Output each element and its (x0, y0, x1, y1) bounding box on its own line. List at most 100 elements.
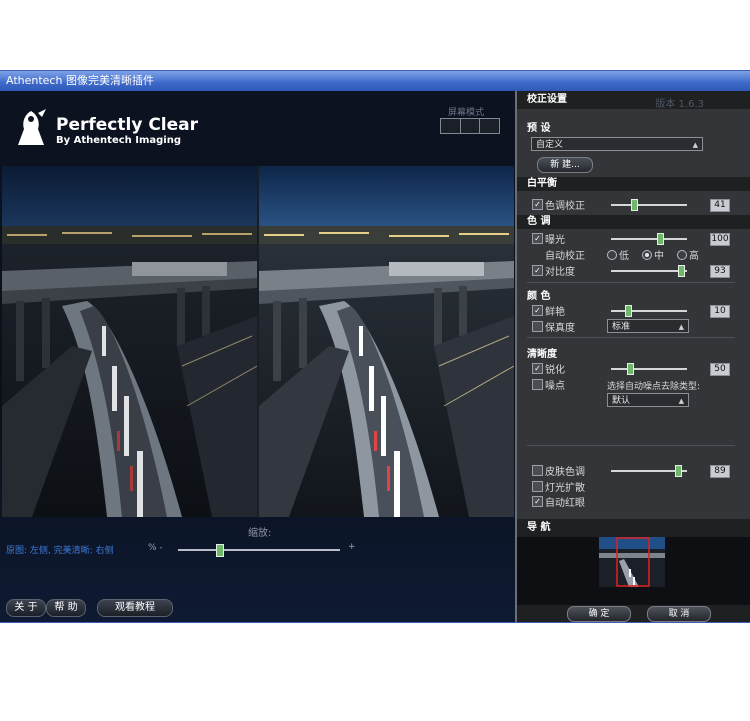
divider (527, 337, 735, 338)
compare-caption: 原图: 左侧, 完美清晰: 右侧 (6, 546, 114, 556)
vibrance-label: 鲜艳 (545, 307, 565, 318)
sharpen-value[interactable]: 50 (710, 363, 730, 376)
auto-correct-high-label: 高 (689, 251, 699, 262)
exposure-value[interactable]: 100 (710, 233, 730, 246)
noise-type-select[interactable]: 默认 ▲ (607, 393, 689, 407)
contrast-label: 对比度 (545, 267, 575, 278)
settings-panel: 校正设置 版本 1.6.3 预 设 自定义 ▲ 新 建... 白平衡 ✓ 色调校… (515, 91, 750, 622)
color-title: 颜 色 (527, 291, 551, 302)
sharpen-slider-thumb[interactable] (627, 363, 634, 375)
help-button[interactable]: 帮 助 (46, 599, 86, 617)
skin-tone-value[interactable]: 89 (710, 465, 730, 478)
exposure-slider-track[interactable] (611, 238, 687, 240)
logo-subtitle: By Athentech Imaging (56, 135, 182, 146)
light-diffusion-checkbox[interactable] (532, 481, 543, 492)
contrast-value[interactable]: 93 (710, 265, 730, 278)
zoom-slider-thumb[interactable] (215, 544, 224, 557)
navigation-title: 导 航 (527, 522, 551, 533)
footer-bar: 确 定 取 消 (517, 605, 750, 622)
version-label: 版本 1.6.3 (655, 99, 704, 110)
noise-checkbox[interactable] (532, 379, 543, 390)
tint-slider-thumb[interactable] (630, 199, 638, 211)
divider (527, 282, 735, 283)
auto-correct-low-label: 低 (619, 251, 629, 262)
logo-area: Perfectly Clear By Athentech Imaging 屏幕模… (0, 91, 515, 166)
zoom-plus-label: + (348, 542, 356, 552)
fidelity-select-value: 标准 (612, 322, 631, 332)
preset-select[interactable]: 自定义 ▲ (531, 137, 703, 151)
corrected-image[interactable] (259, 166, 514, 517)
view-mode-side-button[interactable] (480, 119, 499, 133)
red-eye-checkbox[interactable]: ✓ (532, 496, 543, 507)
white-balance-header: 白平衡 (517, 177, 750, 191)
view-mode-label: 屏幕模式 (448, 108, 485, 118)
sharpness-title: 清晰度 (527, 349, 557, 360)
view-mode-buttons (440, 118, 500, 134)
window-title: Athentech 图像完美清晰插件 (6, 74, 154, 87)
navigator-thumbnail[interactable] (599, 537, 665, 587)
auto-correct-label: 自动校正 (545, 251, 585, 262)
contrast-slider-track[interactable] (611, 270, 687, 272)
zoom-minus-label: % - (148, 543, 163, 553)
cancel-button[interactable]: 取 消 (647, 606, 711, 622)
preview-area: Perfectly Clear By Athentech Imaging 屏幕模… (0, 91, 515, 622)
zoom-slider-track[interactable] (178, 549, 340, 551)
noise-label: 噪点 (545, 381, 565, 392)
tint-slider-track[interactable] (611, 204, 687, 206)
vibrance-slider-thumb[interactable] (624, 305, 632, 317)
exposure-label: 曝光 (545, 235, 565, 246)
title-bar: Athentech 图像完美清晰插件 (0, 71, 750, 91)
about-button[interactable]: 关 于 (6, 599, 46, 617)
sharpen-label: 锐化 (545, 365, 565, 376)
tone-header: 色 调 (517, 215, 750, 229)
white-balance-title: 白平衡 (527, 178, 557, 189)
skin-tone-checkbox[interactable] (532, 465, 543, 476)
tint-checkbox[interactable]: ✓ (532, 199, 543, 210)
tone-title: 色 调 (527, 216, 551, 227)
vibrance-checkbox[interactable]: ✓ (532, 305, 543, 316)
skin-tone-label: 皮肤色调 (545, 467, 585, 478)
plugin-window: Athentech 图像完美清晰插件 Perfectly Clear By At… (0, 71, 750, 622)
auto-correct-mid-label: 中 (654, 251, 664, 262)
fidelity-label: 保真度 (545, 323, 575, 334)
noise-type-label: 选择自动噪点去除类型: (607, 382, 701, 392)
navigator (517, 537, 750, 605)
updown-arrow-icon: ▲ (678, 323, 684, 331)
exposure-checkbox[interactable]: ✓ (532, 233, 543, 244)
view-mode-single-button[interactable] (441, 119, 461, 133)
panel-header: 校正设置 (517, 91, 750, 109)
tint-value[interactable]: 41 (710, 199, 730, 212)
fidelity-checkbox[interactable] (532, 321, 543, 332)
noise-type-select-value: 默认 (612, 396, 631, 406)
auto-correct-high-radio[interactable] (677, 250, 687, 260)
panel-title: 校正设置 (527, 94, 567, 105)
vibrance-slider-track[interactable] (611, 310, 687, 312)
auto-correct-low-radio[interactable] (607, 250, 617, 260)
navigation-header: 导 航 (517, 519, 750, 537)
fidelity-select[interactable]: 标准 ▲ (607, 319, 689, 333)
preset-select-value: 自定义 (536, 140, 564, 150)
contrast-slider-thumb[interactable] (677, 265, 685, 277)
divider (527, 445, 735, 446)
confirm-button[interactable]: 确 定 (567, 606, 631, 622)
contrast-checkbox[interactable]: ✓ (532, 265, 543, 276)
updown-arrow-icon: ▲ (678, 397, 684, 405)
light-diffusion-label: 灯光扩散 (545, 483, 585, 494)
sharpen-slider-track[interactable] (611, 368, 687, 370)
skin-tone-slider-thumb[interactable] (674, 465, 682, 477)
auto-correct-mid-radio[interactable] (642, 250, 652, 260)
preset-title: 预 设 (527, 123, 551, 134)
tint-label: 色调校正 (545, 201, 585, 212)
sharpen-checkbox[interactable]: ✓ (532, 363, 543, 374)
original-image[interactable] (2, 166, 257, 517)
view-mode-split-button[interactable] (461, 119, 481, 133)
zoom-label: 缩放: (248, 528, 272, 539)
updown-arrow-icon: ▲ (692, 141, 698, 149)
vibrance-value[interactable]: 10 (710, 305, 730, 318)
new-preset-button[interactable]: 新 建... (537, 157, 593, 173)
red-eye-label: 自动红眼 (545, 498, 585, 509)
tutorial-button[interactable]: 观看教程 (97, 599, 173, 617)
athentech-logo-icon (18, 109, 46, 145)
logo-title: Perfectly Clear (56, 115, 199, 135)
exposure-slider-thumb[interactable] (657, 233, 665, 245)
